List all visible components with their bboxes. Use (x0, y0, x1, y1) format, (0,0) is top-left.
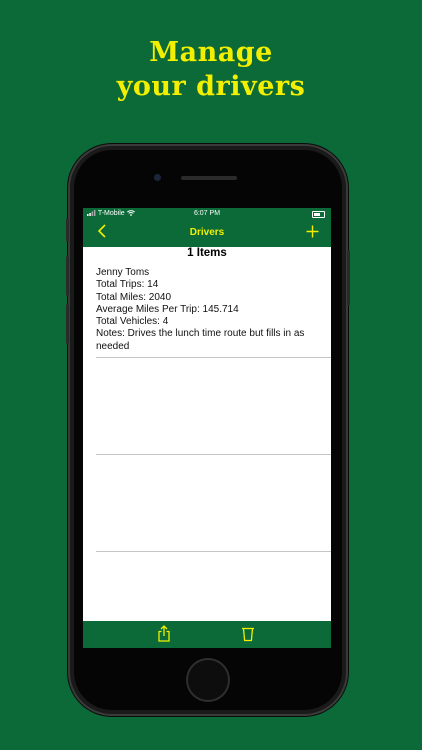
list-item[interactable]: Jenny Toms Total Trips: 14 Total Miles: … (96, 267, 318, 353)
driver-notes: Notes: Drives the lunch time route but f… (96, 328, 305, 352)
status-bar: T-Mobile 6:07 PM (83, 208, 331, 220)
row-divider (96, 454, 331, 455)
bottom-toolbar (83, 621, 331, 648)
front-camera (154, 174, 161, 181)
volume-down-button (66, 304, 69, 344)
driver-total-miles: Total Miles: 2040 (96, 291, 172, 303)
mute-switch (66, 218, 69, 242)
driver-total-vehicles: Total Vehicles: 4 (96, 316, 169, 328)
power-button (347, 250, 350, 306)
nav-title: Drivers (189, 227, 225, 238)
battery-icon (312, 211, 325, 218)
row-divider (96, 551, 331, 552)
promo-headline-line1: Manage (149, 37, 273, 68)
share-icon[interactable] (157, 625, 171, 647)
driver-name: Jenny Toms (96, 267, 150, 278)
nav-bar: Drivers (83, 220, 331, 247)
plus-icon[interactable] (306, 221, 319, 243)
app-screen: T-Mobile 6:07 PM Drivers 1 Items Jenny T… (83, 208, 331, 648)
status-time: 6:07 PM (193, 210, 221, 217)
row-divider (96, 357, 331, 358)
driver-average-miles: Average Miles Per Trip: 145.714 (96, 303, 239, 315)
trash-icon[interactable] (241, 625, 255, 647)
promo-headline: Manage your drivers (0, 36, 422, 104)
volume-up-button (66, 256, 69, 296)
item-count-label: 1 Items (187, 247, 227, 259)
driver-total-trips: Total Trips: 14 (96, 279, 159, 291)
earpiece-speaker (181, 176, 237, 180)
home-button[interactable] (186, 658, 230, 702)
promo-headline-line2: your drivers (116, 71, 306, 102)
